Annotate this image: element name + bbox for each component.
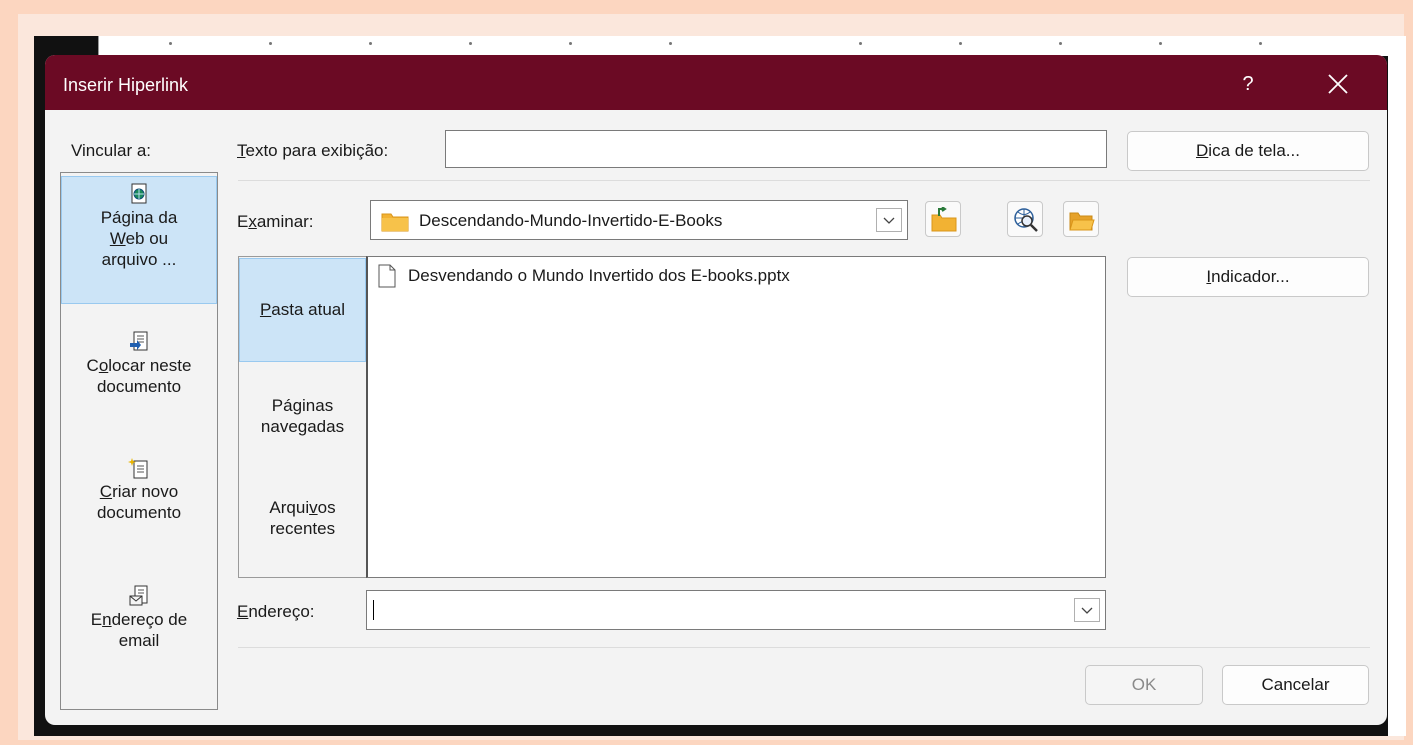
- file-name: Desvendando o Mundo Invertido dos E-book…: [408, 266, 790, 285]
- browse-for-file-button[interactable]: [1063, 201, 1099, 237]
- title-bar: Inserir Hiperlink ?: [45, 55, 1387, 110]
- link-item-label: Página da: [100, 208, 178, 227]
- place-label: navegadas: [260, 417, 345, 436]
- link-item-label: C: [99, 482, 113, 501]
- address-label: Endereço:: [237, 602, 315, 622]
- bookmark-button[interactable]: Indicador...: [1127, 257, 1369, 297]
- link-item-label: dereço de: [111, 610, 188, 629]
- link-item-label: email: [118, 631, 160, 650]
- address-label-rest: ndereço:: [248, 602, 315, 621]
- divider: [238, 647, 1370, 648]
- document-edge: [1388, 56, 1406, 736]
- close-button[interactable]: [1321, 67, 1355, 101]
- look-in-label-key: x: [248, 212, 257, 231]
- link-item-label: eb ou: [125, 229, 169, 248]
- link-to-web-page-or-file[interactable]: Página da Web ou arquivo ...: [61, 176, 217, 304]
- display-text-label-rest: exto para exibição:: [245, 141, 389, 160]
- open-folder-icon: [1069, 212, 1095, 231]
- address-combobox[interactable]: [366, 590, 1106, 630]
- place-label: v: [309, 498, 318, 517]
- file-icon: [378, 264, 396, 288]
- chevron-down-icon: [883, 217, 895, 224]
- place-label: inas: [302, 396, 334, 415]
- look-in-dropdown-button[interactable]: [876, 208, 902, 232]
- link-to-email-address[interactable]: Endereço de email: [61, 585, 217, 685]
- bookmark-button-label: ndicador...: [1211, 267, 1290, 286]
- link-item-label: arquivo ...: [101, 250, 177, 269]
- place-label: P: [259, 300, 272, 319]
- browse-the-web-button[interactable]: [1007, 201, 1043, 237]
- help-button[interactable]: ?: [1233, 69, 1263, 99]
- place-in-document-icon: [130, 331, 148, 351]
- place-label: Arqui: [269, 498, 310, 517]
- text-cursor: [373, 600, 374, 620]
- place-label: Pá: [271, 396, 293, 415]
- place-browsed-pages[interactable]: Páginas navegadas: [239, 383, 366, 463]
- file-list[interactable]: Desvendando o Mundo Invertido dos E-book…: [366, 256, 1106, 578]
- link-item-label: documento: [96, 377, 182, 396]
- link-item-label: C: [86, 356, 99, 375]
- link-item-label: documento: [96, 503, 182, 522]
- dialog-title: Inserir Hiperlink: [63, 75, 189, 95]
- up-folder-icon: [931, 207, 957, 232]
- close-icon: [1328, 74, 1348, 94]
- place-label: asta atual: [271, 300, 346, 319]
- place-label: recentes: [269, 519, 336, 538]
- place-recent-files[interactable]: Arquivos recentes: [239, 485, 366, 565]
- browse-web-icon: [1014, 208, 1038, 232]
- place-label: os: [317, 498, 336, 517]
- screentip-button[interactable]: Dica de tela...: [1127, 131, 1369, 171]
- insert-hyperlink-dialog: Inserir Hiperlink ? Vincular a: Página d…: [45, 55, 1387, 725]
- link-item-label: locar neste: [108, 356, 192, 375]
- link-item-label: o: [98, 356, 109, 375]
- file-list-item[interactable]: Desvendando o Mundo Invertido dos E-book…: [378, 263, 790, 289]
- address-label-key: E: [237, 602, 249, 621]
- look-in-combobox[interactable]: Descendando-Mundo-Invertido-E-Books: [370, 200, 908, 240]
- link-item-label: n: [102, 610, 112, 629]
- screentip-button-key: D: [1196, 141, 1209, 160]
- document-ruler: [98, 36, 1406, 56]
- link-to-pane: Página da Web ou arquivo ... Colocar nes…: [60, 172, 218, 710]
- look-in-label-rest: aminar:: [256, 212, 314, 231]
- folder-icon: [381, 213, 409, 232]
- link-item-label: E: [90, 610, 103, 629]
- up-one-folder-button[interactable]: [925, 201, 961, 237]
- cancel-button[interactable]: Cancelar: [1222, 665, 1369, 705]
- look-in-label-pre: E: [237, 212, 249, 231]
- look-in-label: Examinar:: [237, 212, 314, 232]
- display-text-label-key: T: [237, 141, 246, 160]
- new-document-icon: [128, 458, 148, 479]
- link-item-label: W: [109, 229, 126, 248]
- place-current-folder[interactable]: Pasta atual: [239, 258, 366, 362]
- display-text-input[interactable]: [445, 130, 1107, 168]
- ok-button[interactable]: OK: [1085, 665, 1203, 705]
- link-to-label: Vincular a:: [71, 141, 152, 160]
- chevron-down-icon: [1081, 607, 1093, 614]
- screentip-button-label: ica de tela...: [1208, 141, 1300, 160]
- place-label: g: [292, 396, 303, 415]
- places-bar: Pasta atual Páginas navegadas Arquivos r…: [238, 256, 366, 578]
- link-item-label: riar novo: [112, 482, 179, 501]
- address-dropdown-button[interactable]: [1074, 598, 1100, 622]
- look-in-folder-name: Descendando-Mundo-Invertido-E-Books: [419, 211, 723, 230]
- divider: [238, 180, 1370, 181]
- web-page-icon: [131, 183, 147, 204]
- display-text-label: Texto para exibição:: [237, 141, 388, 161]
- link-to-new-document[interactable]: Criar novo documento: [61, 457, 217, 557]
- email-address-icon: [129, 585, 148, 606]
- link-to-place-in-document[interactable]: Colocar neste documento: [61, 331, 217, 431]
